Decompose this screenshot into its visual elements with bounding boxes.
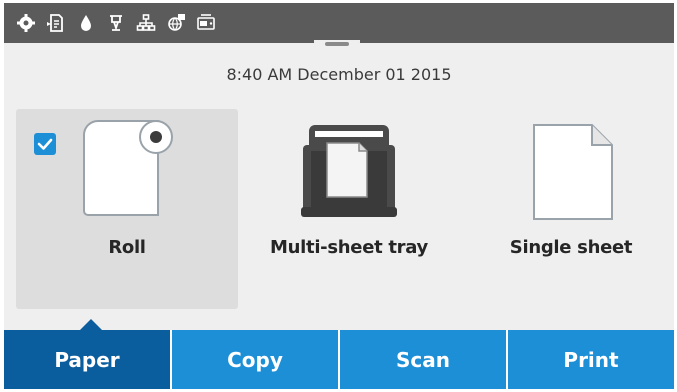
checkbox-checked-icon[interactable] [34,133,56,155]
date-time-display: 8:40 AM December 01 2015 [226,65,452,84]
source-label: Single sheet [509,237,633,258]
printhead-icon[interactable] [106,13,126,33]
web-services-icon[interactable] [166,13,186,33]
single-sheet-icon [530,121,616,227]
printer-control-panel: 8:40 AM December 01 2015 Roll Multi-shee… [4,3,674,389]
status-bar [4,3,674,43]
active-tab-pointer [80,319,102,330]
source-tile-roll[interactable]: Roll [16,109,238,309]
document-status-icon[interactable] [46,13,66,33]
source-label: Multi-sheet tray [270,237,428,258]
pull-down-handle[interactable] [314,40,360,50]
tab-paper[interactable]: Paper [4,330,170,389]
tab-print[interactable]: Print [506,330,674,389]
paper-roll-icon [78,119,178,227]
source-tile-multi-sheet-tray[interactable]: Multi-sheet tray [238,109,460,309]
source-tile-single-sheet[interactable]: Single sheet [460,109,674,309]
source-label: Roll [108,237,146,258]
tab-bar: Paper Copy Scan Print [4,330,674,389]
tab-scan[interactable]: Scan [338,330,506,389]
gear-icon[interactable] [16,13,36,33]
storage-drive-icon[interactable] [196,13,216,33]
tab-copy[interactable]: Copy [170,330,338,389]
multi-sheet-tray-icon [301,121,397,225]
network-icon[interactable] [136,13,156,33]
ink-drop-icon[interactable] [76,13,96,33]
